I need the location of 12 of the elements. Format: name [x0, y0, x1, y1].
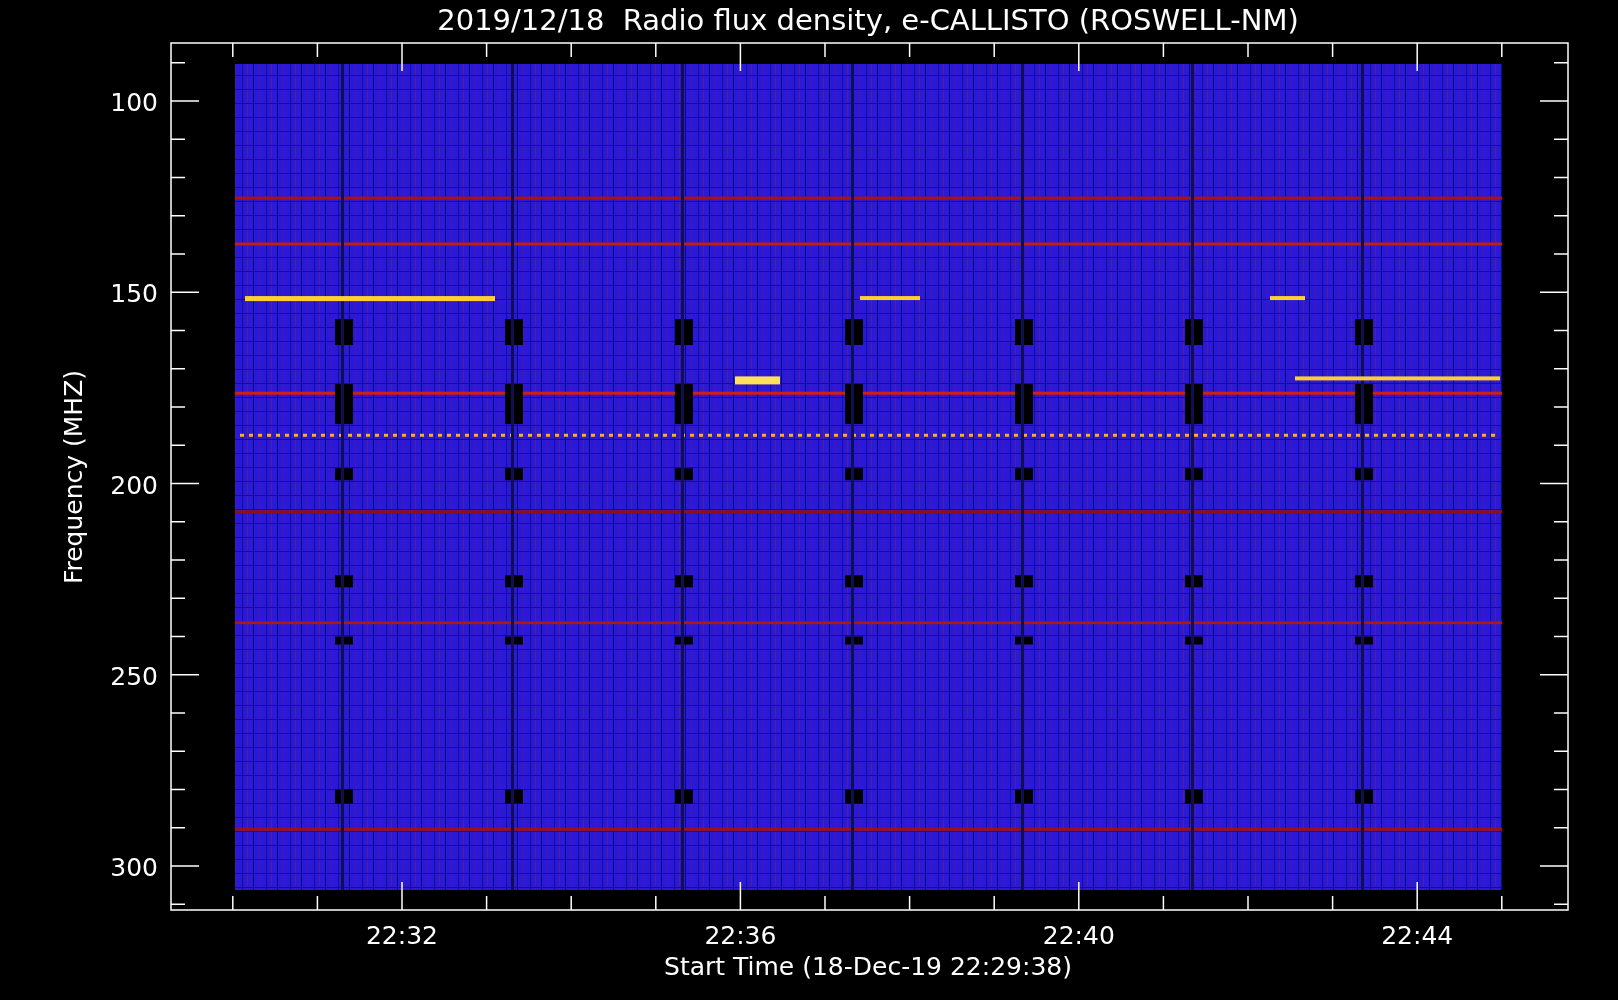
axis-tick-label: 250: [110, 661, 158, 691]
axis-tick-label: 22:32: [366, 921, 438, 950]
axis-tick-label: 22:44: [1381, 921, 1454, 950]
chart-title: 2019/12/18 Radio flux density, e-CALLISTO (ROSWELL-NM): [437, 3, 1299, 37]
axis-tick-label: 300: [110, 853, 158, 882]
axis-tick-label: 22:40: [1042, 921, 1115, 950]
axis-tick-label: 200: [110, 470, 158, 500]
axis-title: Frequency (MHZ): [59, 369, 88, 585]
axis-tick-label: 22:36: [704, 921, 777, 950]
axis-title: Start Time (18-Dec-19 22:29:38): [664, 952, 1072, 981]
axis-tick-label: 150: [110, 279, 158, 309]
axis-tick-label: 100: [110, 88, 158, 117]
